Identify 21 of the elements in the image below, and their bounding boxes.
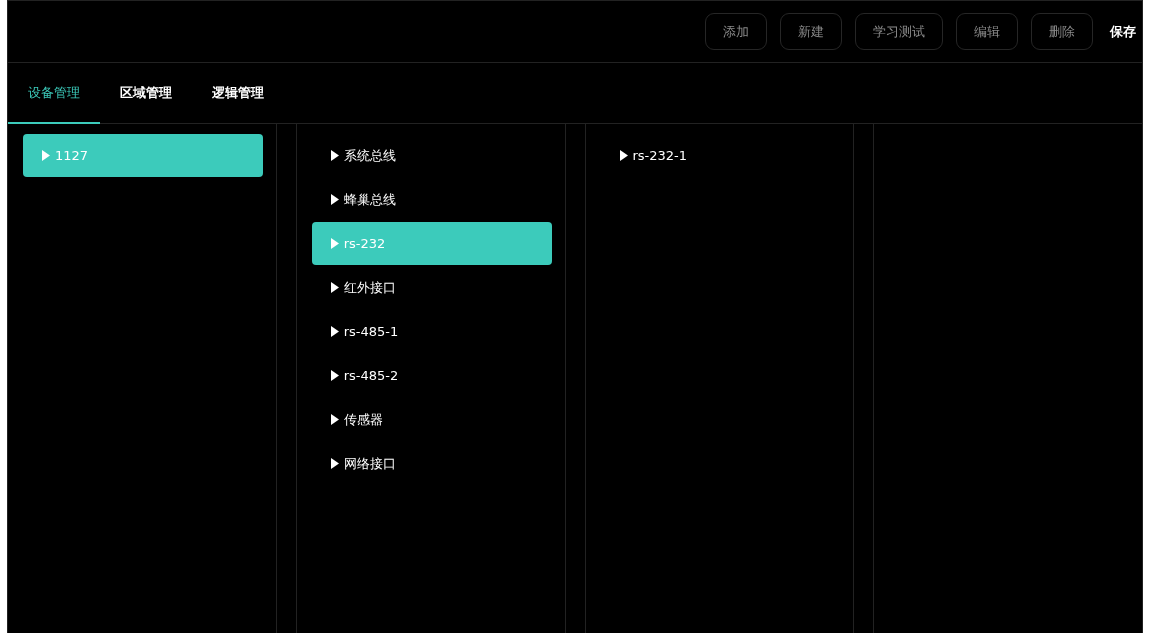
expand-triangle-icon <box>330 370 339 381</box>
expand-triangle-icon <box>330 458 339 469</box>
expand-triangle-icon <box>330 282 339 293</box>
tab[interactable]: 设备管理 <box>8 63 100 124</box>
expand-triangle-icon <box>330 238 339 249</box>
expand-triangle-icon <box>330 194 339 205</box>
expand-triangle-icon <box>42 150 50 161</box>
tree-item[interactable]: 网络接口 <box>311 442 552 485</box>
tree-item[interactable]: 系统总线 <box>311 134 552 177</box>
tree-item[interactable]: rs-232-1 <box>600 134 841 177</box>
expand-triangle-icon <box>330 150 339 161</box>
tree-item[interactable]: 红外接口 <box>311 266 552 309</box>
tab[interactable]: 逻辑管理 <box>192 63 284 124</box>
expand-triangle-icon <box>330 414 339 425</box>
tree-item[interactable]: 蜂巢总线 <box>311 178 552 221</box>
expand-triangle-icon <box>330 326 339 337</box>
expand-triangle-icon <box>619 150 628 161</box>
tree-item[interactable]: 传感器 <box>311 398 552 441</box>
tab[interactable]: 区域管理 <box>100 63 192 124</box>
tree-item[interactable]: rs-485-2 <box>311 354 552 397</box>
tree-item[interactable]: rs-485-1 <box>311 310 552 353</box>
